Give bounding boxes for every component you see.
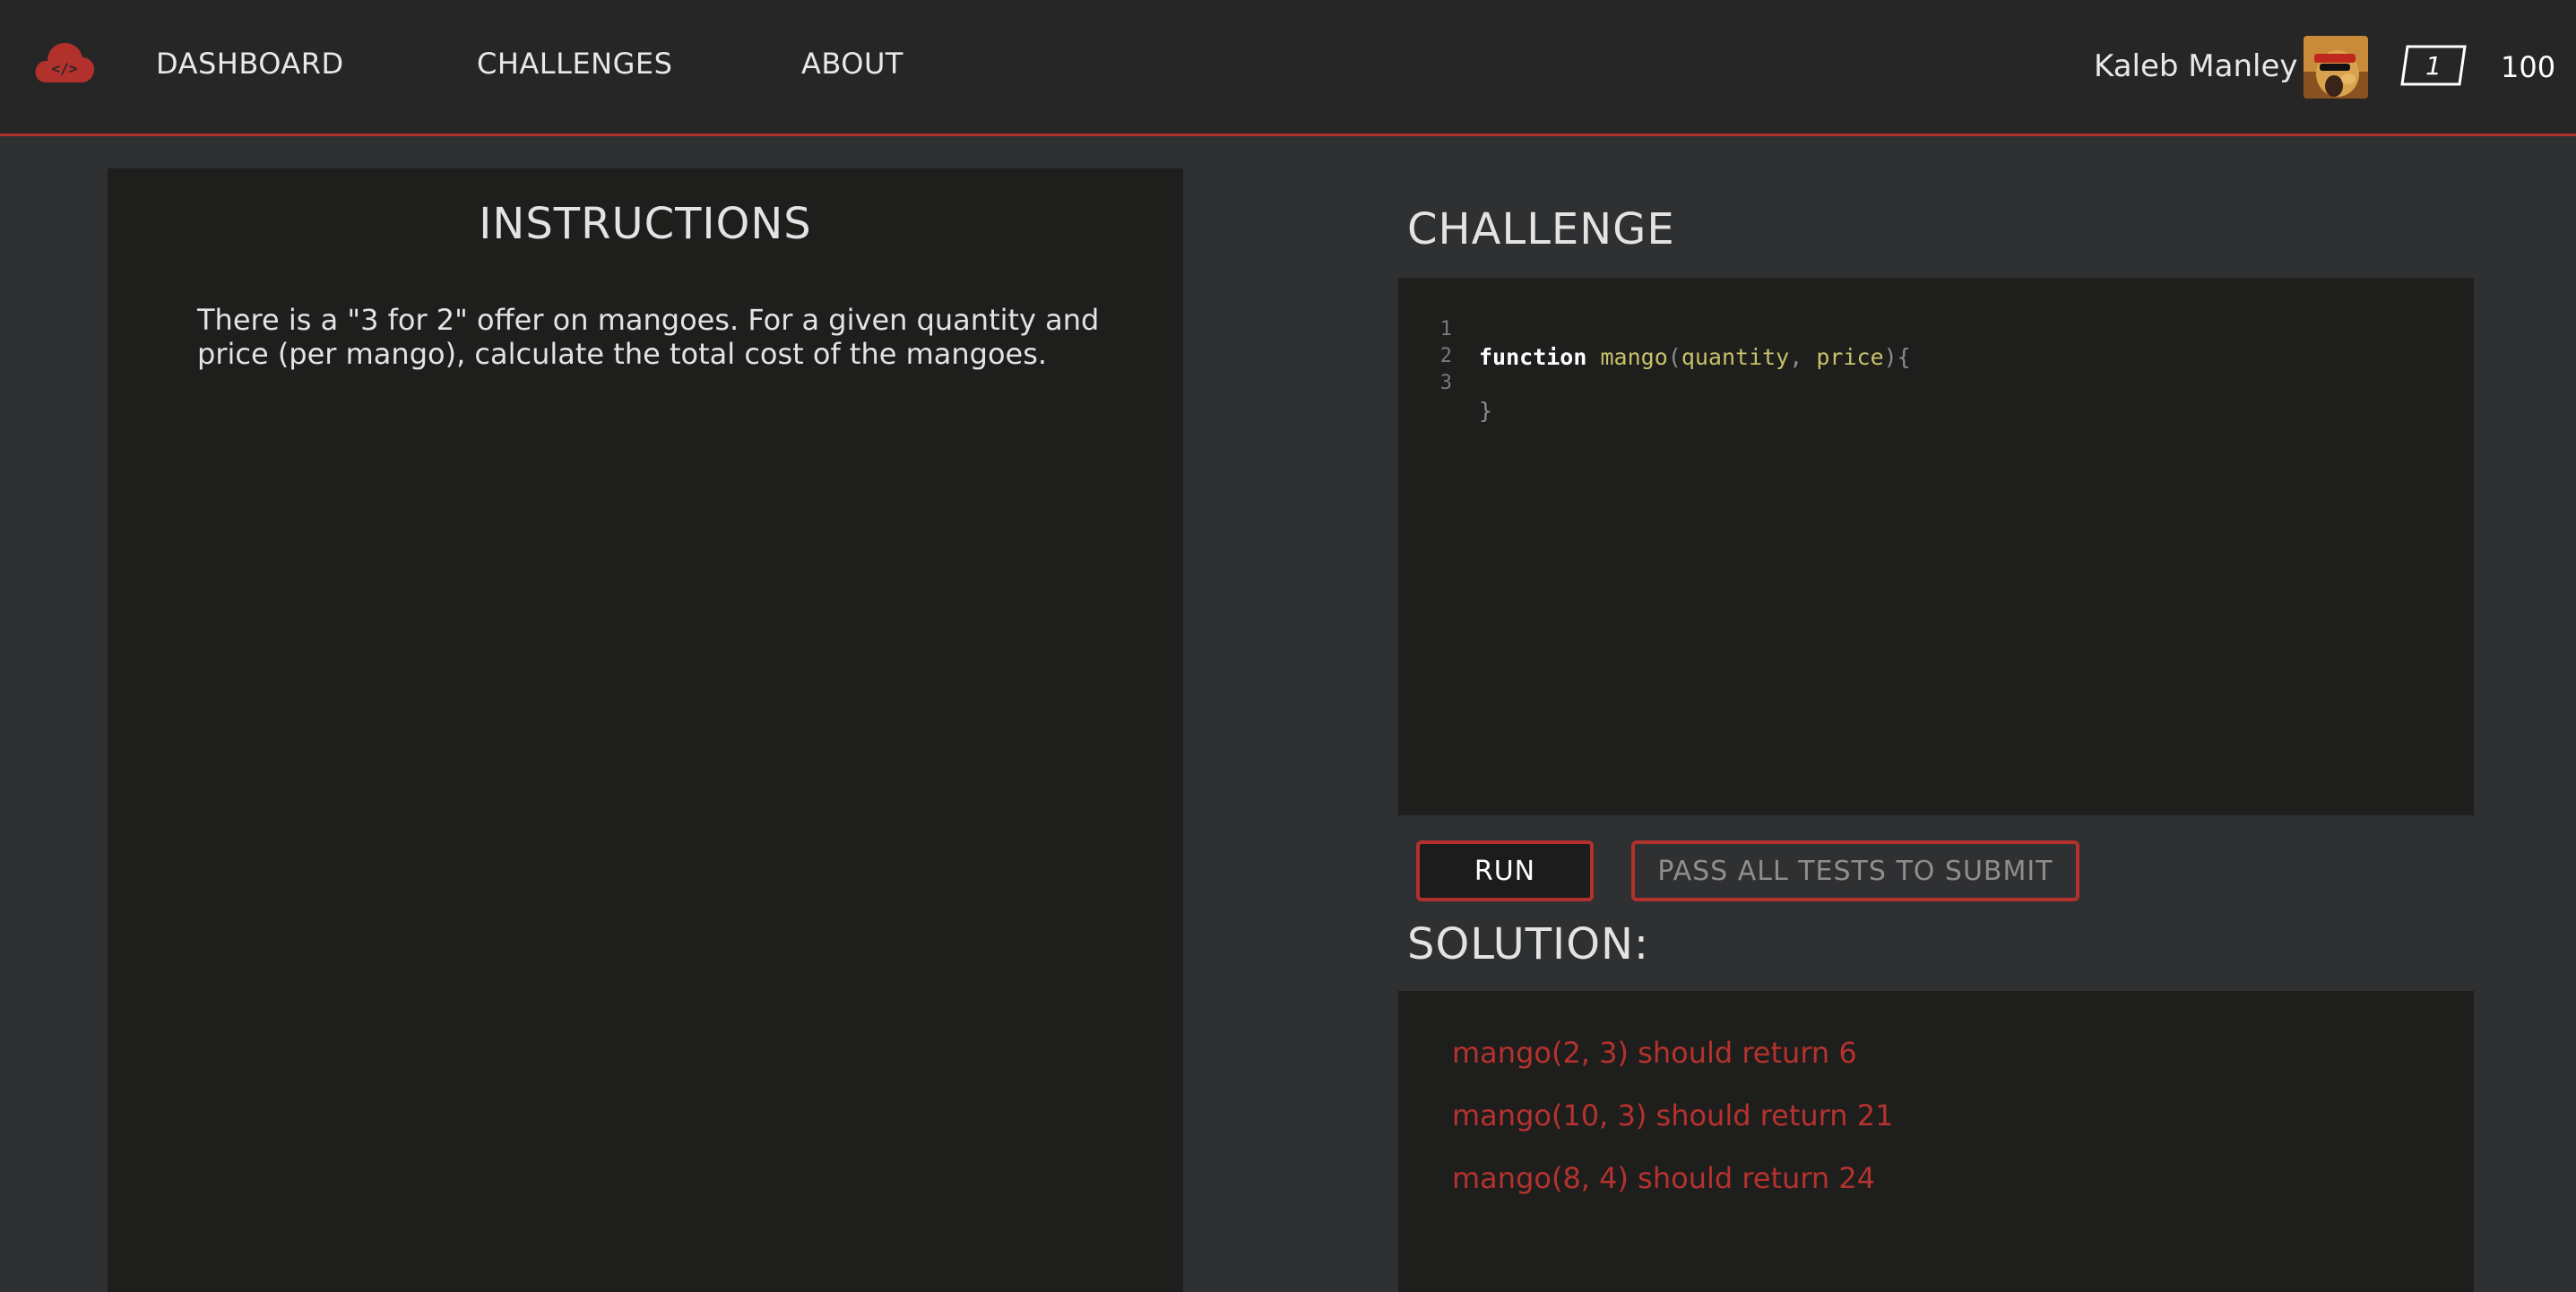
tests-panel: mango(2, 3) should return 6 mango(10, 3)… bbox=[1398, 991, 2474, 1292]
nav-dashboard[interactable]: DASHBOARD bbox=[156, 47, 344, 81]
instructions-panel: INSTRUCTIONS There is a "3 for 2" offer … bbox=[108, 168, 1183, 1292]
cloud-code-icon[interactable]: </> bbox=[34, 38, 95, 90]
test-case: mango(2, 3) should return 6 bbox=[1452, 1036, 1857, 1070]
solution-title: SOLUTION: bbox=[1407, 919, 1650, 969]
nav-challenges[interactable]: CHALLENGES bbox=[477, 47, 672, 81]
top-navbar: </> DASHBOARD CHALLENGES ABOUT Kaleb Man… bbox=[0, 0, 2576, 136]
code-line[interactable]: 2 bbox=[1398, 319, 2474, 367]
code-line[interactable]: 1 function mango(quantity, price){ bbox=[1398, 292, 2474, 370]
code-editor[interactable]: 1 function mango(quantity, price){ 2 3 } bbox=[1398, 278, 2474, 815]
instructions-text: There is a "3 for 2" offer on mangoes. F… bbox=[197, 303, 1100, 371]
code-content[interactable]: } bbox=[1479, 398, 1492, 424]
run-button[interactable]: RUN bbox=[1416, 840, 1594, 901]
submit-button[interactable]: PASS ALL TESTS TO SUBMIT bbox=[1631, 840, 2079, 901]
instructions-title: INSTRUCTIONS bbox=[479, 199, 812, 249]
svg-text:</>: </> bbox=[52, 60, 78, 77]
code-line[interactable]: 3 } bbox=[1398, 346, 2474, 424]
nav-about[interactable]: ABOUT bbox=[801, 47, 903, 81]
user-name[interactable]: Kaleb Manley bbox=[2094, 48, 2298, 84]
level-value: 1 bbox=[2425, 50, 2442, 81]
test-case: mango(10, 3) should return 21 bbox=[1452, 1098, 1894, 1133]
test-case: mango(8, 4) should return 24 bbox=[1452, 1161, 1876, 1195]
line-number: 3 bbox=[1439, 372, 1452, 394]
level-badge-container: 1 bbox=[2400, 45, 2467, 86]
points-count: 100 bbox=[2501, 50, 2556, 84]
avatar[interactable] bbox=[2304, 36, 2368, 99]
challenge-title: CHALLENGE bbox=[1407, 204, 1675, 254]
